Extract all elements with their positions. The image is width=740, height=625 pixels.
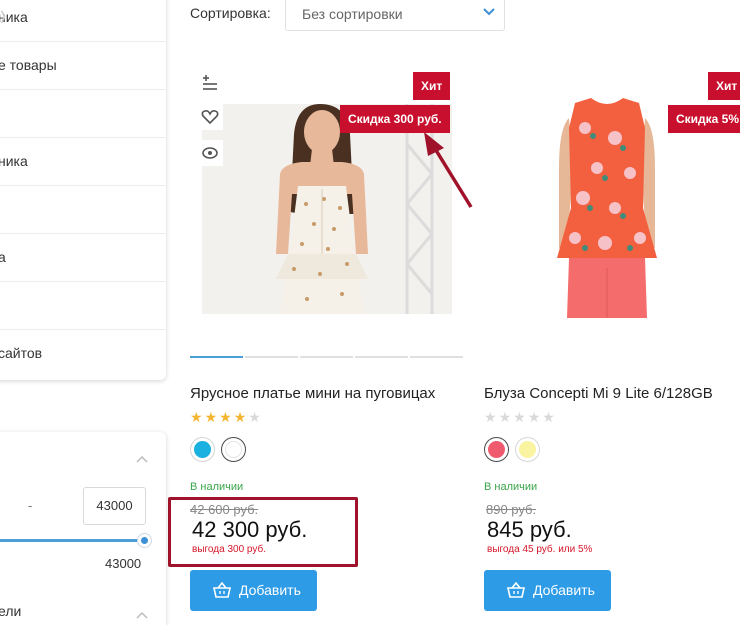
rating-stars: ★★★★★ [190,409,263,426]
price-filter: - 43000 43000 ели [0,432,166,625]
color-swatch[interactable] [190,437,215,462]
hit-badge: Хит [708,72,740,100]
sidebar-item-6[interactable]: а [0,234,166,282]
sort-select[interactable]: Без сортировки [285,0,505,31]
product-image[interactable] [545,98,669,318]
add-to-cart-label: Добавить [239,582,301,598]
discount-badge: Скидка 300 руб. [340,105,450,133]
star-icon: ★ [498,409,514,425]
sidebar-item-4[interactable]: ника [0,138,166,186]
star-icon: ★ [513,409,528,425]
add-to-cart-button[interactable]: Добавить [190,570,317,611]
sidebar-item-3[interactable] [0,90,166,138]
pager-dot[interactable] [190,356,243,358]
product-title[interactable]: Ярусное платье мини на пуговицах [190,385,456,402]
sidebar-item-label: е товары [0,57,57,73]
star-icon: ★ [190,409,205,425]
heart-icon[interactable] [197,104,223,130]
price-slider-handle[interactable] [137,533,152,548]
eye-icon[interactable] [197,140,223,166]
sidebar-item-1[interactable]: ника ❯ [0,0,166,42]
chevron-up-icon[interactable] [135,608,149,622]
discount-badge: Скидка 5% [668,105,740,133]
color-swatch[interactable] [515,437,540,462]
star-icon: ★ [248,409,263,425]
add-to-cart-button[interactable]: Добавить [484,570,611,611]
chevron-right-icon: ❯ [0,9,7,23]
price-highlight-box [168,497,358,567]
star-icon: ★ [527,409,543,425]
pager-dot[interactable] [300,356,353,358]
sidebar-item-label: сайтов [0,345,43,361]
old-price: 890 руб. [486,502,537,517]
chevron-down-icon [483,8,495,16]
stock-status: В наличии [484,481,538,493]
sidebar-item-7[interactable] [0,282,166,330]
sort-value: Без сортировки [302,6,403,22]
star-icon: ★ [484,409,499,425]
pager-dot[interactable] [410,356,463,358]
star-icon: ★ [204,409,220,425]
sidebar-menu: ника ❯ е товары ника а сайтов [0,0,166,380]
sort-label: Сортировка: [190,5,271,21]
sidebar-item-8[interactable]: сайтов [0,330,166,378]
add-to-cart-label: Добавить [533,582,595,598]
current-price: 845 руб. [487,517,572,542]
chevron-up-icon[interactable] [135,452,149,466]
product-photo [202,104,452,314]
sidebar-item-label: ника [0,153,28,169]
color-swatch[interactable] [484,437,509,462]
filter-section-label[interactable]: ели [0,603,21,619]
price-max-label: 43000 [105,556,142,571]
product-photo [545,98,669,318]
rating-stars: ★★★★★ [484,409,557,426]
range-separator: - [28,498,33,513]
sidebar-item-5[interactable] [0,186,166,234]
pager-dot[interactable] [245,356,298,358]
hit-badge: Хит [413,72,451,100]
savings-text: выгода 45 руб. или 5% [487,544,593,555]
star-icon: ★ [542,409,557,425]
price-max-input[interactable]: 43000 [83,487,146,525]
compare-icon[interactable] [197,70,223,96]
basket-icon [213,581,231,598]
color-swatch[interactable] [221,437,246,462]
price-slider-track[interactable] [0,539,145,542]
product-image[interactable] [202,104,452,314]
pager-dot[interactable] [355,356,408,358]
star-icon: ★ [219,409,234,425]
page: ника ❯ е товары ника а сайтов - 43000 430… [0,0,740,625]
sidebar-item-label: а [0,249,6,265]
sidebar-item-2[interactable]: е товары [0,42,166,90]
stock-status: В наличии [190,481,244,493]
basket-icon [507,581,525,598]
star-icon: ★ [233,409,249,425]
product-title[interactable]: Блуза Concepti Mi 9 Lite 6/128GB [484,385,740,402]
